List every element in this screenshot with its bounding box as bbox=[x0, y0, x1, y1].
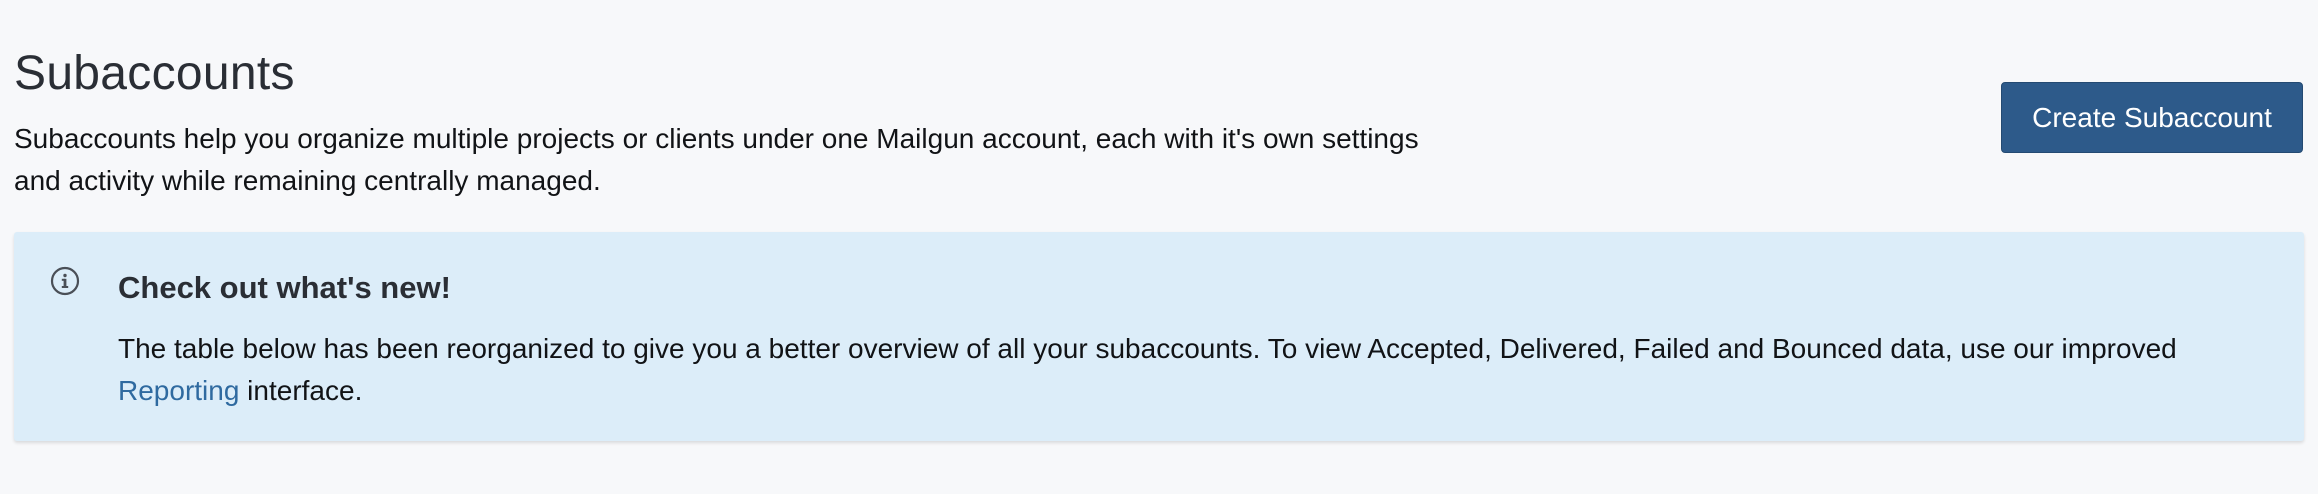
page-title: Subaccounts bbox=[14, 47, 295, 100]
notice-body-text: The table below has been reorganized to … bbox=[118, 333, 2177, 364]
notice-body-text-end: interface. bbox=[239, 375, 363, 406]
notice-body: The table below has been reorganized to … bbox=[118, 328, 2264, 412]
notice-content: Check out what's new! The table below ha… bbox=[118, 268, 2264, 412]
notice-title: Check out what's new! bbox=[118, 270, 451, 305]
whats-new-notice: Check out what's new! The table below ha… bbox=[14, 232, 2304, 441]
create-subaccount-button[interactable]: Create Subaccount bbox=[2001, 82, 2303, 153]
page-description: Subaccounts help you organize multiple p… bbox=[14, 123, 1419, 196]
reporting-link[interactable]: Reporting bbox=[118, 375, 239, 406]
info-circle-icon bbox=[50, 266, 80, 296]
page-header: Subaccounts Subaccounts help you organiz… bbox=[14, 40, 1454, 202]
